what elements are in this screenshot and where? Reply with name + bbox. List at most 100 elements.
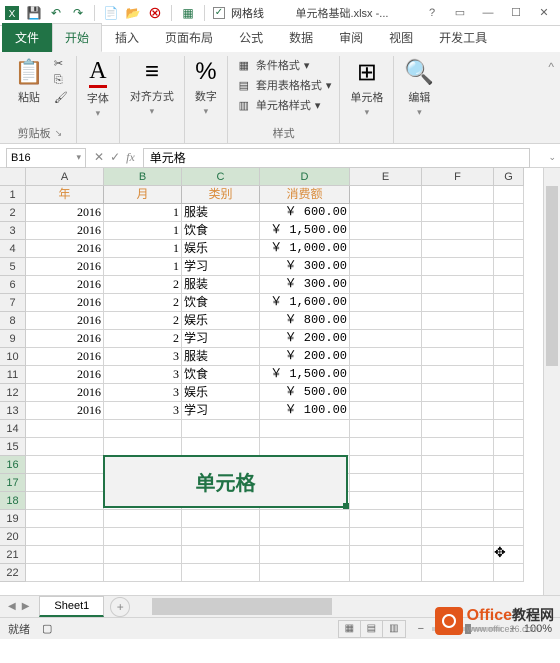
copy-icon[interactable]: ⎘ (52, 73, 70, 88)
cell[interactable] (260, 546, 350, 564)
row-header[interactable]: 7 (0, 294, 26, 312)
cell[interactable] (422, 366, 494, 384)
cell[interactable] (350, 186, 422, 204)
cell[interactable] (422, 258, 494, 276)
col-header[interactable]: F (422, 168, 494, 186)
cell[interactable] (494, 510, 524, 528)
cell[interactable] (350, 204, 422, 222)
cell[interactable] (182, 564, 260, 582)
cell[interactable] (422, 528, 494, 546)
cell[interactable]: 类别 (182, 186, 260, 204)
cell[interactable] (494, 420, 524, 438)
close-icon[interactable]: ✕ (532, 4, 556, 22)
macro-record-icon[interactable]: ▢ (42, 622, 52, 635)
cell[interactable] (422, 384, 494, 402)
cell[interactable] (494, 564, 524, 582)
cell[interactable] (494, 402, 524, 420)
row-header[interactable]: 19 (0, 510, 26, 528)
row-header[interactable]: 6 (0, 276, 26, 294)
cell[interactable] (422, 276, 494, 294)
zoom-in-icon[interactable]: + (506, 623, 520, 635)
cell[interactable]: 饮食 (182, 222, 260, 240)
cut-icon[interactable]: ✂ (52, 56, 70, 71)
cell[interactable] (350, 402, 422, 420)
zoom-out-icon[interactable]: − (414, 623, 428, 635)
cell[interactable] (26, 528, 104, 546)
cell[interactable] (182, 438, 260, 456)
cell[interactable]: ￥ 500.00 (260, 384, 350, 402)
cell[interactable]: 2016 (26, 222, 104, 240)
row-header[interactable]: 16 (0, 456, 26, 474)
col-header[interactable]: D (260, 168, 350, 186)
sheet-tab-active[interactable]: Sheet1 (39, 596, 104, 617)
cell[interactable] (182, 546, 260, 564)
cell[interactable] (260, 528, 350, 546)
cell[interactable]: 2016 (26, 402, 104, 420)
zoom-level[interactable]: 100% (524, 623, 552, 635)
tab-review[interactable]: 审阅 (326, 23, 376, 52)
cell[interactable] (494, 474, 524, 492)
cell[interactable] (422, 474, 494, 492)
select-all-button[interactable] (0, 168, 26, 186)
cell[interactable]: 学习 (182, 330, 260, 348)
tab-developer[interactable]: 开发工具 (426, 23, 500, 52)
cell[interactable] (26, 438, 104, 456)
cell[interactable]: 2016 (26, 312, 104, 330)
cell[interactable]: ￥ 300.00 (260, 258, 350, 276)
undo-icon[interactable]: ↶ (48, 5, 64, 21)
cell[interactable] (422, 240, 494, 258)
cell[interactable]: 1 (104, 222, 182, 240)
open-icon[interactable]: 📂 (125, 5, 141, 21)
cell[interactable]: ￥ 200.00 (260, 330, 350, 348)
cell[interactable] (350, 366, 422, 384)
col-header[interactable]: B (104, 168, 182, 186)
cell[interactable]: 2016 (26, 384, 104, 402)
cell[interactable] (26, 546, 104, 564)
paste-button[interactable]: 📋 粘贴 (10, 56, 48, 107)
row-header[interactable]: 13 (0, 402, 26, 420)
cell[interactable]: 月 (104, 186, 182, 204)
cell[interactable] (350, 222, 422, 240)
cell[interactable]: 1 (104, 258, 182, 276)
new-icon[interactable]: 📄 (103, 5, 119, 21)
gridlines-checkbox[interactable]: ✓ (213, 7, 225, 19)
cell[interactable] (422, 312, 494, 330)
cell[interactable]: ￥ 600.00 (260, 204, 350, 222)
cell[interactable] (422, 438, 494, 456)
cell[interactable] (422, 348, 494, 366)
cells-button[interactable]: ⊞ 单元格 ▾ (346, 56, 387, 120)
cell[interactable] (350, 294, 422, 312)
cell[interactable]: 2016 (26, 258, 104, 276)
cell[interactable] (494, 204, 524, 222)
cell[interactable] (494, 312, 524, 330)
cell[interactable] (494, 366, 524, 384)
row-header[interactable]: 2 (0, 204, 26, 222)
expand-formula-icon[interactable]: ⌄ (548, 152, 560, 163)
cell[interactable]: 3 (104, 348, 182, 366)
cell[interactable] (104, 528, 182, 546)
cell[interactable] (422, 222, 494, 240)
cell[interactable]: 2016 (26, 294, 104, 312)
cell[interactable] (104, 438, 182, 456)
redo-icon[interactable]: ↷ (70, 5, 86, 21)
cell[interactable] (350, 528, 422, 546)
row-header[interactable]: 18 (0, 492, 26, 510)
row-header[interactable]: 21 (0, 546, 26, 564)
collapse-ribbon-icon[interactable]: ^ (542, 56, 560, 143)
add-sheet-button[interactable]: + (110, 597, 130, 617)
cell[interactable] (182, 420, 260, 438)
cell[interactable] (350, 510, 422, 528)
cell[interactable] (494, 438, 524, 456)
cell[interactable] (494, 186, 524, 204)
cell[interactable] (494, 492, 524, 510)
cell[interactable] (104, 420, 182, 438)
cell[interactable] (494, 384, 524, 402)
cell[interactable] (350, 240, 422, 258)
cell[interactable] (350, 348, 422, 366)
cell[interactable]: ￥ 1,500.00 (260, 366, 350, 384)
cell[interactable]: 服装 (182, 276, 260, 294)
tab-data[interactable]: 数据 (276, 23, 326, 52)
row-header[interactable]: 1 (0, 186, 26, 204)
cell[interactable] (260, 438, 350, 456)
cell[interactable]: ￥ 1,500.00 (260, 222, 350, 240)
